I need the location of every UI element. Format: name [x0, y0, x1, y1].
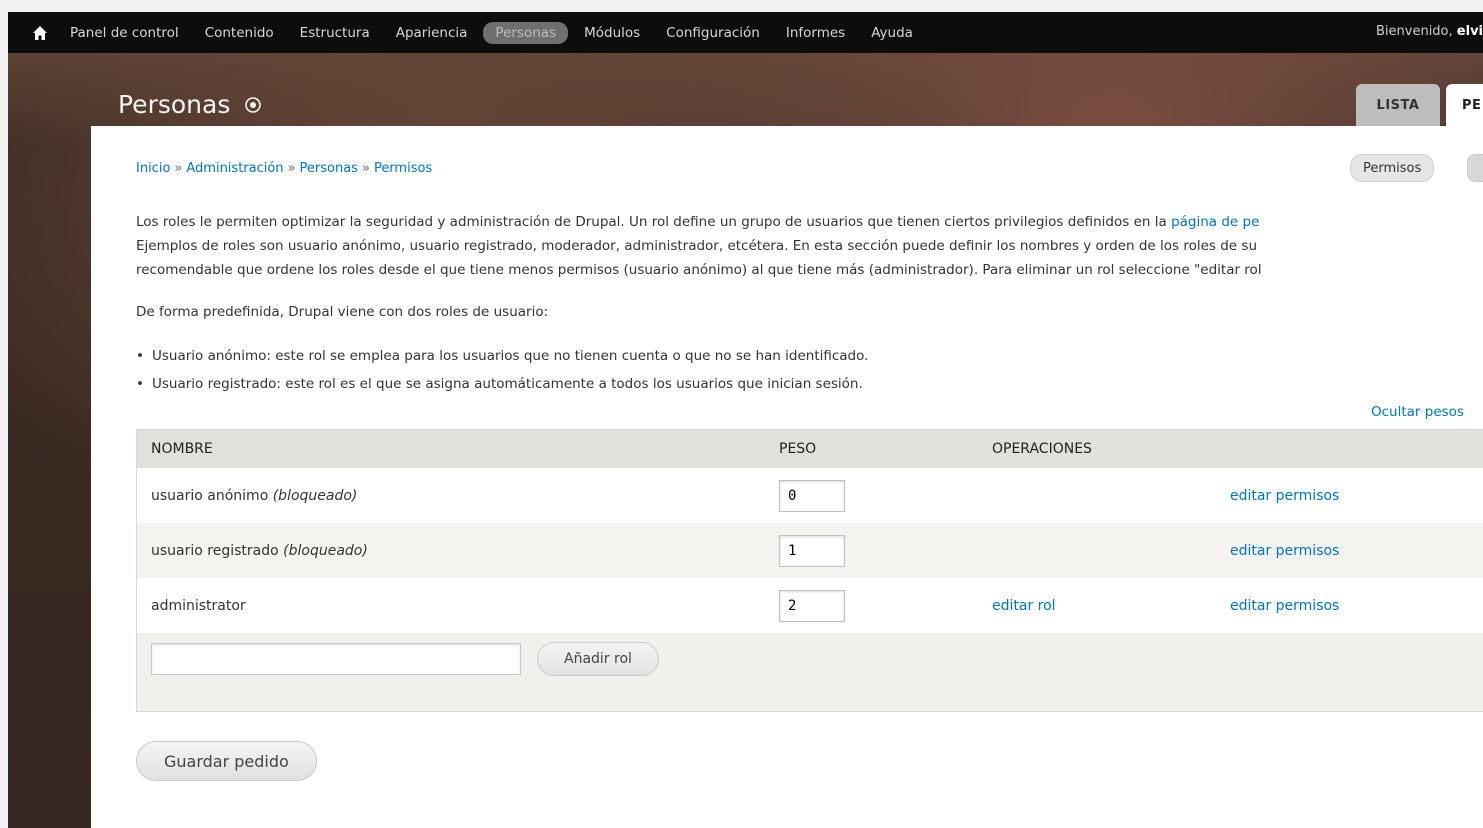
toolbar-item-panel[interactable]: Panel de control	[60, 22, 189, 44]
edit-role-cell	[978, 468, 1216, 523]
role-weight-cell	[765, 578, 978, 633]
table-row: administrator editar rol editar permisos	[137, 578, 1483, 633]
toolbar-item-structure[interactable]: Estructura	[290, 22, 380, 44]
roles-description: Los roles le permiten optimizar la segur…	[136, 210, 1483, 282]
default-roles-list: Usuario anónimo: este rol se emplea para…	[136, 342, 868, 398]
window-left-border	[0, 0, 8, 828]
edit-permissions-cell: editar permisos	[1216, 523, 1483, 578]
table-header-row: NOMBRE PESO OPERACIONES	[137, 430, 1483, 468]
description-line-1-text: Los roles le permiten optimizar la segur…	[136, 214, 1172, 230]
home-icon[interactable]	[32, 25, 48, 41]
description-line-1: Los roles le permiten optimizar la segur…	[136, 210, 1483, 234]
hide-weights-link[interactable]: Ocultar pesos	[1371, 404, 1464, 420]
roles-table: NOMBRE PESO OPERACIONES usuario anónimo …	[137, 430, 1483, 633]
role-name: administrator	[151, 597, 246, 614]
toolbar-item-configuration[interactable]: Configuración	[656, 22, 770, 44]
role-weight-cell	[765, 523, 978, 578]
breadcrumb-home[interactable]: Inicio	[136, 161, 170, 176]
add-shortcut-icon[interactable]	[244, 96, 262, 114]
edit-permissions-link[interactable]: editar permisos	[1230, 488, 1339, 504]
shortcut-secondary-button[interactable]	[1467, 154, 1483, 182]
description-line-2: Ejemplos de roles son usuario anónimo, u…	[136, 238, 1257, 254]
list-item: Usuario registrado: este rol es el que s…	[136, 370, 868, 398]
permissions-page-link[interactable]: página de pe	[1171, 214, 1259, 230]
roles-table-container: NOMBRE PESO OPERACIONES usuario anónimo …	[136, 429, 1483, 712]
breadcrumb-permissions[interactable]: Permisos	[374, 161, 432, 176]
toolbar-item-reports[interactable]: Informes	[776, 22, 855, 44]
role-weight-input[interactable]	[779, 589, 845, 622]
edit-permissions-cell: editar permisos	[1216, 468, 1483, 523]
column-header-operations: OPERACIONES	[978, 430, 1216, 468]
window-top-border	[0, 0, 1483, 12]
page-title-text: Personas	[118, 90, 231, 119]
add-role-button[interactable]: Añadir rol	[537, 642, 659, 676]
toolbar-item-appearance[interactable]: Apariencia	[386, 22, 478, 44]
breadcrumb-separator: »	[287, 161, 296, 176]
breadcrumb-separator: »	[174, 161, 183, 176]
breadcrumb-administration[interactable]: Administración	[186, 161, 283, 176]
page-title: Personas	[118, 90, 262, 119]
role-locked-label: (bloqueado)	[283, 542, 368, 559]
role-name: usuario anónimo	[151, 487, 269, 504]
edit-permissions-cell: editar permisos	[1216, 578, 1483, 633]
breadcrumb-separator: »	[361, 161, 370, 176]
edit-role-cell	[978, 523, 1216, 578]
role-name-cell: usuario anónimo (bloqueado)	[137, 468, 765, 523]
breadcrumb-people[interactable]: Personas	[300, 161, 358, 176]
column-header-name: NOMBRE	[137, 430, 765, 468]
role-name-cell: usuario registrado (bloqueado)	[137, 523, 765, 578]
role-name-cell: administrator	[137, 578, 765, 633]
new-role-name-input[interactable]	[151, 643, 521, 675]
toolbar-item-modules[interactable]: Módulos	[574, 22, 650, 44]
shortcut-permissions-button[interactable]: Permisos	[1350, 154, 1435, 182]
description-line-3: recomendable que ordene los roles desde …	[136, 262, 1262, 278]
table-row: usuario registrado (bloqueado) editar pe…	[137, 523, 1483, 578]
column-header-weight: PESO	[765, 430, 978, 468]
role-weight-input[interactable]	[779, 479, 845, 512]
toolbar-item-content[interactable]: Contenido	[195, 22, 284, 44]
welcome-prefix: Bienvenido,	[1376, 24, 1453, 39]
add-role-row: Añadir rol	[151, 642, 659, 676]
welcome-username[interactable]: elvi	[1457, 24, 1483, 39]
default-roles-intro: De forma predefinida, Drupal viene con d…	[136, 304, 549, 320]
role-weight-input[interactable]	[779, 534, 845, 567]
breadcrumb: Inicio» Administración» Personas» Permisos	[136, 161, 432, 176]
list-item: Usuario anónimo: este rol se emplea para…	[136, 342, 868, 370]
content-panel: Inicio» Administración» Personas» Permisos …	[91, 126, 1483, 828]
edit-permissions-link[interactable]: editar permisos	[1230, 543, 1339, 559]
edit-role-cell: editar rol	[978, 578, 1216, 633]
welcome-message: Bienvenido, elvi	[1376, 24, 1483, 39]
role-weight-cell	[765, 468, 978, 523]
tab-permissions[interactable]: PE	[1446, 84, 1483, 126]
edit-permissions-link[interactable]: editar permisos	[1230, 598, 1339, 614]
table-row: usuario anónimo (bloqueado) editar permi…	[137, 468, 1483, 523]
toolbar-item-people[interactable]: Personas	[483, 21, 569, 44]
edit-role-link[interactable]: editar rol	[992, 598, 1056, 614]
role-name: usuario registrado	[151, 542, 279, 559]
toolbar-item-help[interactable]: Ayuda	[861, 22, 923, 44]
admin-toolbar: Panel de control Contenido Estructura Ap…	[8, 12, 1483, 53]
column-header-operations-extra	[1216, 430, 1483, 468]
role-locked-label: (bloqueado)	[272, 487, 358, 504]
tab-list[interactable]: LISTA	[1356, 84, 1440, 126]
save-order-button[interactable]: Guardar pedido	[136, 741, 317, 781]
